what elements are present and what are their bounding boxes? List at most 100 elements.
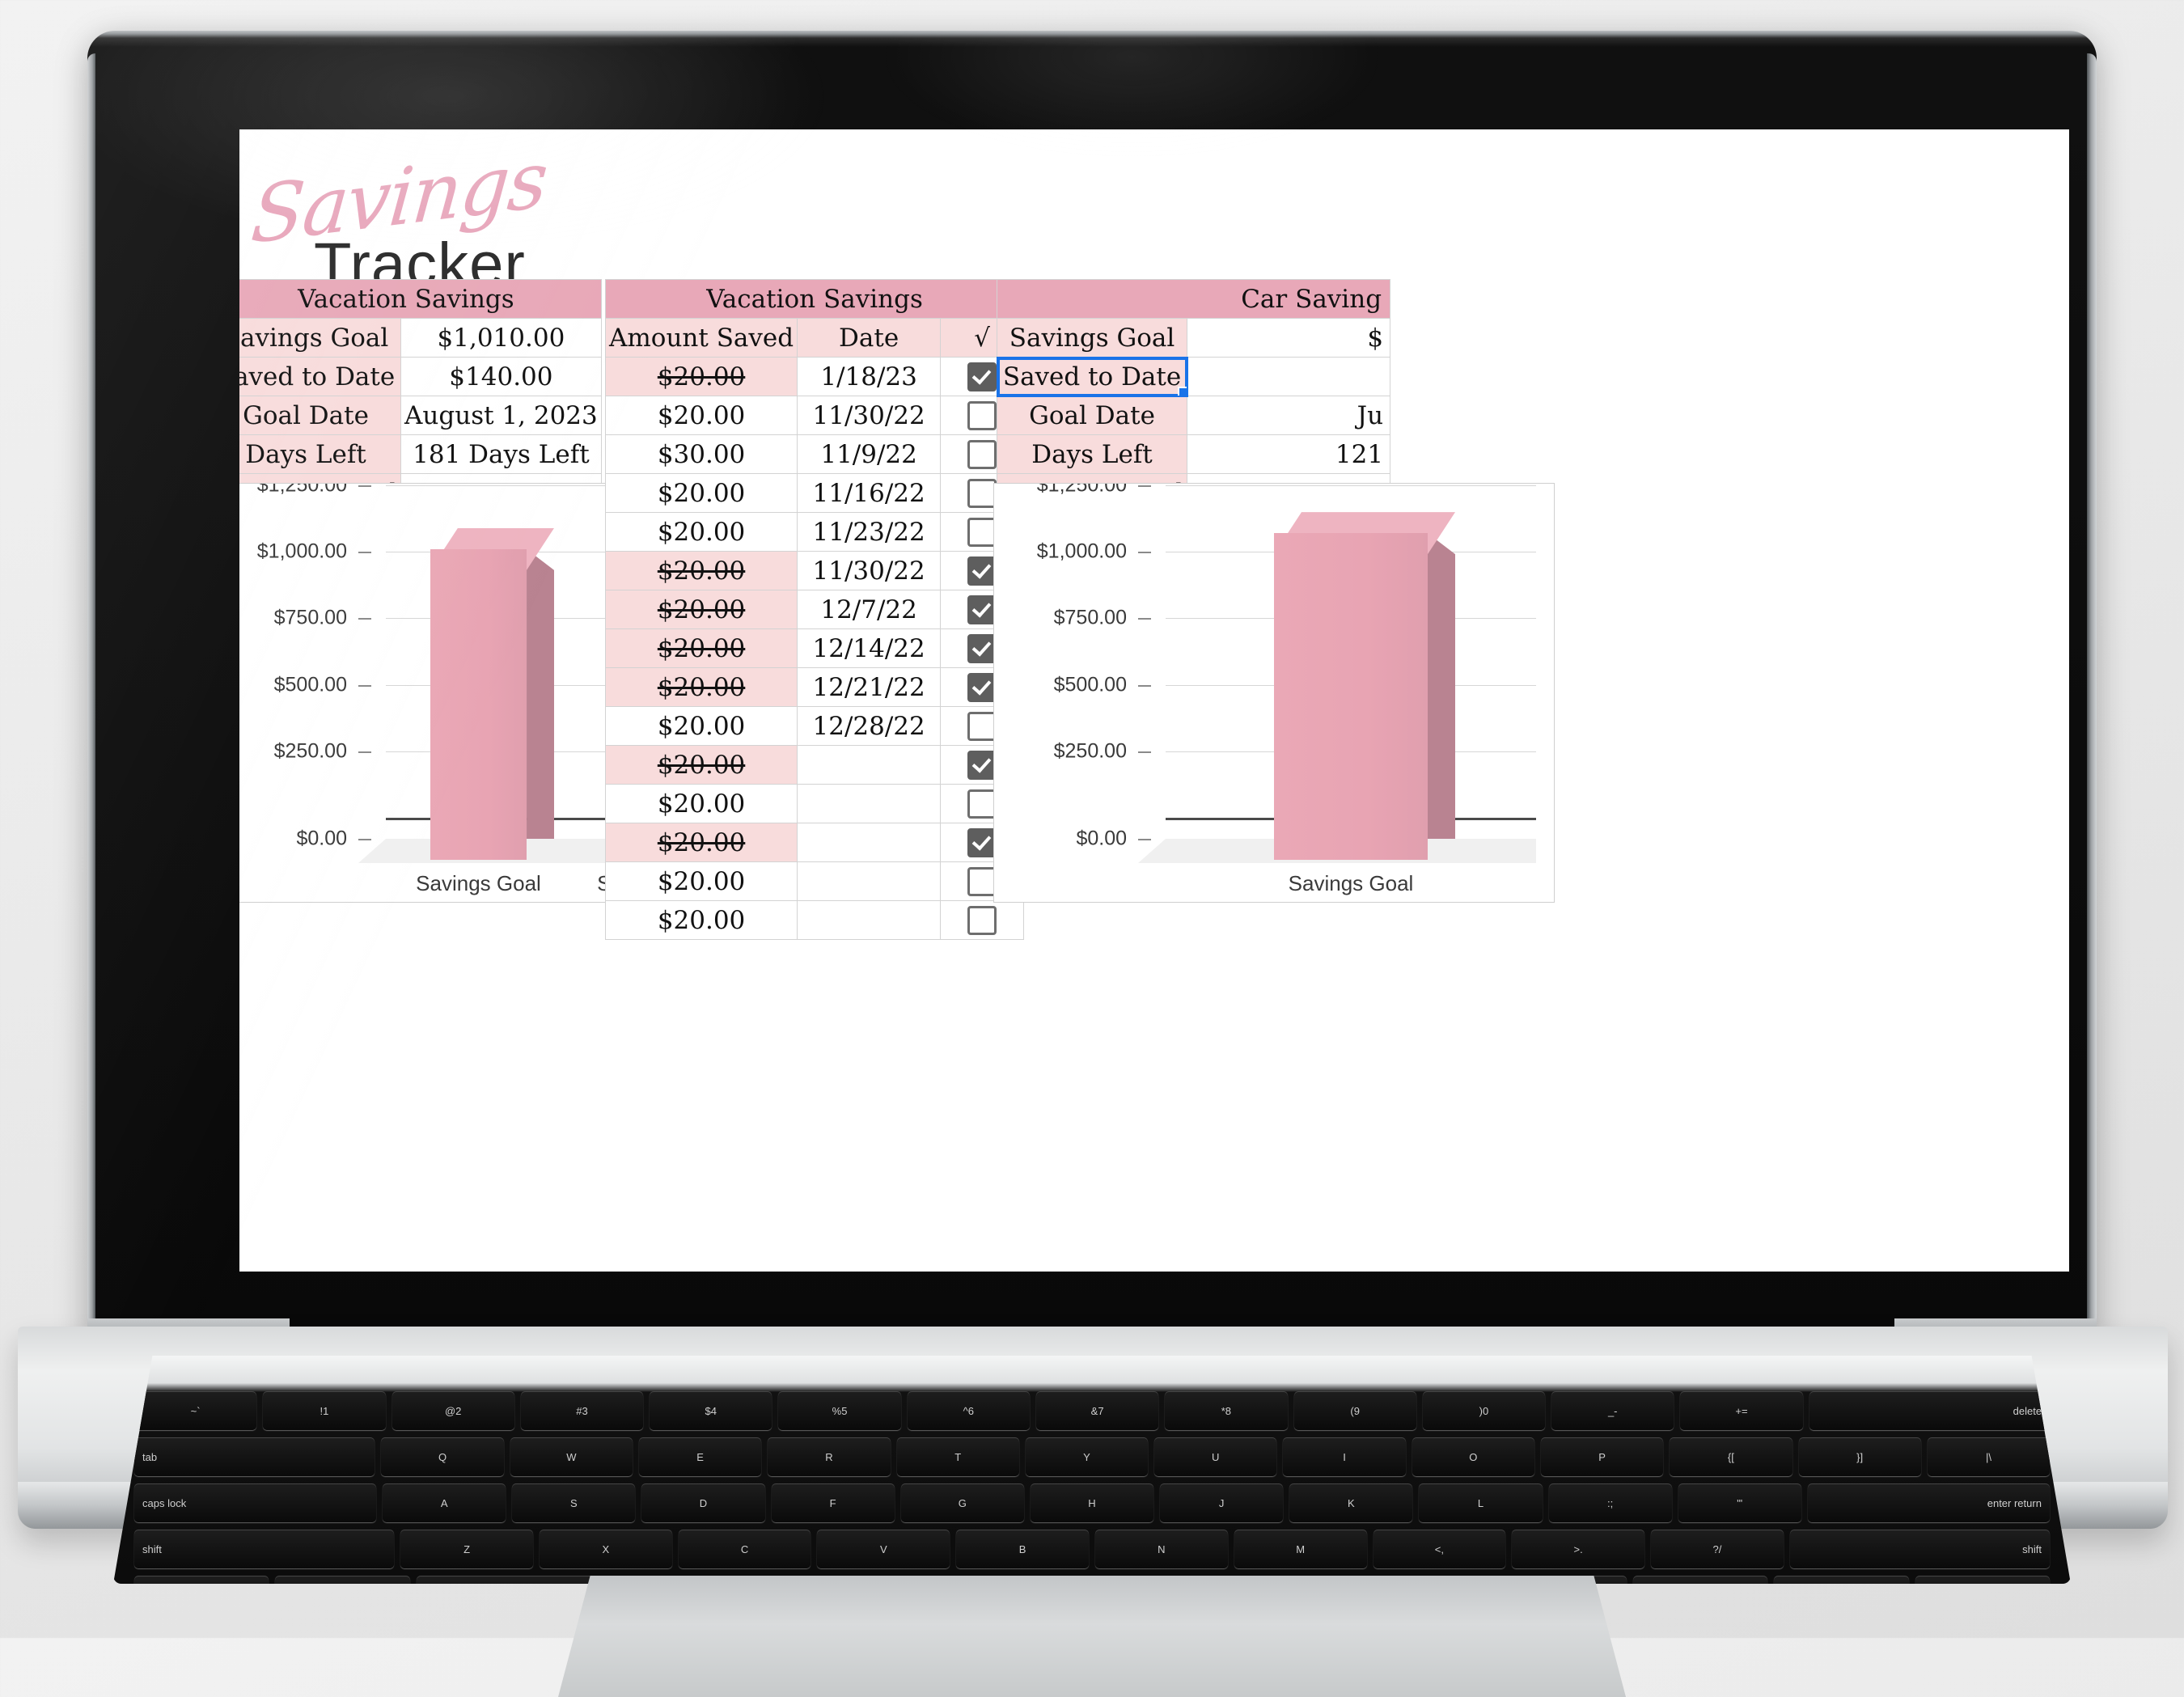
- keyboard-key[interactable]: %5: [778, 1391, 901, 1430]
- vacation-log-table[interactable]: Vacation Savings Amount Saved Date √ $20…: [604, 279, 1025, 940]
- keyboard-key[interactable]: delete: [1809, 1391, 2051, 1430]
- checkbox-unchecked-icon[interactable]: [967, 712, 997, 742]
- amount-saved-cell[interactable]: $20.00: [604, 861, 798, 901]
- keyboard-key[interactable]: A: [383, 1483, 506, 1522]
- row-value[interactable]: August 1, 2023: [400, 396, 602, 435]
- keyboard-key[interactable]: >.: [1512, 1530, 1645, 1568]
- table-row[interactable]: Days Left 181 Days Left: [239, 434, 602, 474]
- vacation-summary-table[interactable]: Vacation Savings Savings Goal $1,010.00 …: [239, 279, 602, 513]
- table-row[interactable]: $20.00: [604, 900, 1025, 940]
- amount-saved-cell[interactable]: $20.00: [604, 590, 798, 629]
- date-cell[interactable]: 1/18/23: [797, 357, 942, 396]
- keyboard-key[interactable]: )0: [1422, 1391, 1546, 1430]
- checkbox-checked-icon[interactable]: [967, 634, 997, 664]
- keyboard-key[interactable]: {[: [1670, 1437, 1792, 1476]
- bar-3d-front[interactable]: [430, 548, 527, 860]
- table-row[interactable]: $20.00 11/30/22: [604, 551, 1025, 590]
- table-row[interactable]: $20.00 1/18/23: [604, 357, 1025, 396]
- keyboard-key[interactable]: caps lock: [134, 1483, 377, 1522]
- keyboard-key[interactable]: !1: [263, 1391, 386, 1430]
- row-label[interactable]: Days Left: [996, 434, 1188, 474]
- table-row[interactable]: $20.00: [604, 823, 1025, 862]
- date-cell[interactable]: 11/23/22: [797, 512, 942, 552]
- keyboard-key[interactable]: Q: [381, 1437, 504, 1476]
- keyboard-key[interactable]: ^6: [907, 1391, 1030, 1430]
- table-row[interactable]: $20.00: [604, 861, 1025, 901]
- keyboard-key[interactable]: }]: [1798, 1437, 1921, 1476]
- keyboard-key[interactable]: I: [1283, 1437, 1406, 1476]
- checkbox-unchecked-icon[interactable]: [967, 479, 997, 509]
- row-value[interactable]: $1,010.00: [400, 318, 602, 358]
- checkbox-unchecked-icon[interactable]: [967, 440, 997, 470]
- keyboard-key[interactable]: D: [641, 1483, 765, 1522]
- row-value[interactable]: [1187, 357, 1391, 396]
- selected-cell-saved-to-date[interactable]: Saved to Date: [996, 356, 1188, 397]
- keyboard-key[interactable]: O: [1412, 1437, 1534, 1476]
- checkbox-unchecked-icon[interactable]: [967, 906, 997, 936]
- table-row[interactable]: $20.00 11/16/22: [604, 473, 1025, 513]
- checkbox-unchecked-icon[interactable]: [967, 789, 997, 819]
- amount-saved-cell[interactable]: $20.00: [604, 512, 798, 552]
- row-value[interactable]: Ju: [1187, 396, 1391, 435]
- keyboard-key[interactable]: shift: [134, 1530, 395, 1568]
- table-row[interactable]: Savings Goal $1,010.00: [239, 318, 602, 358]
- keyboard-key[interactable]: _-: [1551, 1391, 1674, 1430]
- row-label[interactable]: Days Left: [239, 434, 402, 474]
- keyboard-key[interactable]: W: [510, 1437, 633, 1476]
- keyboard-key[interactable]: shift: [1789, 1530, 2050, 1568]
- date-cell[interactable]: [797, 861, 942, 901]
- table-row[interactable]: $20.00 11/23/22: [604, 512, 1025, 552]
- checkbox-checked-icon[interactable]: [967, 751, 997, 781]
- keyboard-key[interactable]: U: [1154, 1437, 1277, 1476]
- keyboard-key[interactable]: S: [512, 1483, 636, 1522]
- keyboard-key[interactable]: V: [817, 1530, 950, 1568]
- checkbox-checked-icon[interactable]: [967, 828, 997, 858]
- keyboard-key[interactable]: H: [1030, 1483, 1154, 1522]
- table-row[interactable]: Saved to Date: [996, 356, 1391, 397]
- date-cell[interactable]: [797, 784, 942, 823]
- keyboard-key[interactable]: :;: [1548, 1483, 1672, 1522]
- amount-saved-cell[interactable]: $20.00: [604, 628, 798, 668]
- keyboard-key[interactable]: [275, 1576, 410, 1584]
- amount-saved-cell[interactable]: $20.00: [604, 473, 798, 513]
- amount-saved-cell[interactable]: $20.00: [604, 357, 798, 396]
- keyboard-key[interactable]: N: [1094, 1530, 1228, 1568]
- table-row[interactable]: $20.00: [604, 745, 1025, 785]
- amount-saved-cell[interactable]: $20.00: [604, 667, 798, 707]
- checkbox-checked-icon[interactable]: [967, 362, 997, 392]
- keyboard-key[interactable]: *8: [1165, 1391, 1288, 1430]
- table-row[interactable]: $20.00 12/7/22: [604, 590, 1025, 629]
- keyboard-key[interactable]: T: [896, 1437, 1019, 1476]
- table-row[interactable]: Days Left 121: [996, 434, 1391, 474]
- table-row[interactable]: $20.00 11/30/22: [604, 396, 1025, 435]
- keyboard-key[interactable]: Y: [1025, 1437, 1149, 1476]
- date-cell[interactable]: 11/9/22: [797, 434, 942, 474]
- keyboard-key[interactable]: X: [539, 1530, 672, 1568]
- table-row[interactable]: Goal Date Ju: [996, 396, 1391, 435]
- date-cell[interactable]: [797, 745, 942, 785]
- keyboard-key[interactable]: L: [1419, 1483, 1543, 1522]
- table-row[interactable]: $20.00 12/28/22: [604, 706, 1025, 746]
- keyboard-key[interactable]: <,: [1373, 1530, 1506, 1568]
- date-cell[interactable]: 12/21/22: [797, 667, 942, 707]
- amount-saved-cell[interactable]: $30.00: [604, 434, 798, 474]
- row-label[interactable]: Savings Goal: [996, 318, 1188, 358]
- row-label[interactable]: Goal Date: [239, 396, 402, 435]
- keyboard-key[interactable]: &7: [1035, 1391, 1159, 1430]
- amount-saved-cell[interactable]: $20.00: [604, 784, 798, 823]
- keyboard-key[interactable]: enter return: [1807, 1483, 2050, 1522]
- keyboard-key[interactable]: [1774, 1576, 1909, 1584]
- table-row[interactable]: $20.00 12/21/22: [604, 667, 1025, 707]
- amount-saved-cell[interactable]: $20.00: [604, 900, 798, 940]
- keyboard-key[interactable]: (9: [1293, 1391, 1416, 1430]
- table-row[interactable]: $20.00: [604, 784, 1025, 823]
- date-cell[interactable]: 12/28/22: [797, 706, 942, 746]
- checkbox-checked-icon[interactable]: [967, 556, 997, 586]
- keyboard-key[interactable]: K: [1289, 1483, 1413, 1522]
- amount-saved-cell[interactable]: $20.00: [604, 823, 798, 862]
- keyboard-key[interactable]: G: [900, 1483, 1024, 1522]
- row-value[interactable]: 121: [1187, 434, 1391, 474]
- table-row[interactable]: $20.00 12/14/22: [604, 628, 1025, 668]
- keyboard-key[interactable]: #3: [520, 1391, 644, 1430]
- keyboard-key[interactable]: B: [956, 1530, 1089, 1568]
